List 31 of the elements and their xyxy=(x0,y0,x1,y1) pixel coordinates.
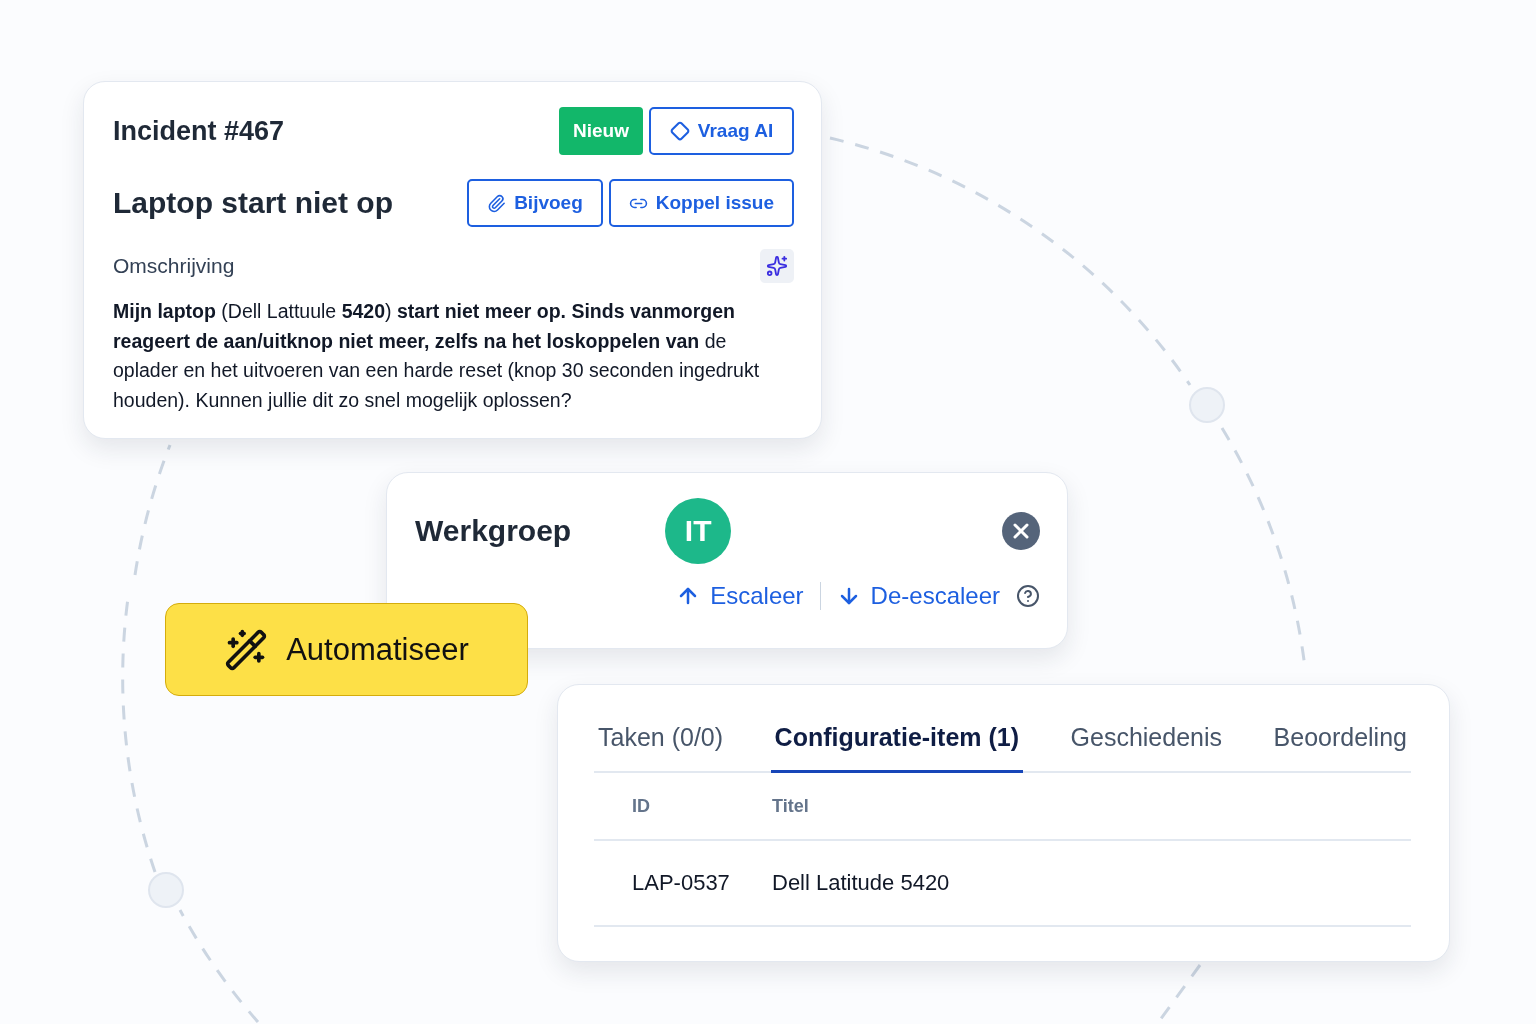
tab[interactable]: Beoordeling xyxy=(1269,717,1411,773)
table-cell-text: Dell Latitude 5420 xyxy=(772,870,951,896)
sparkle-icon xyxy=(766,255,788,277)
tab[interactable]: Taken (0/0) xyxy=(594,717,728,773)
deescalate-link[interactable]: De-escaleer xyxy=(836,582,1000,610)
description-text: Mijn laptop (Dell Lattuule 5420) start niet meer op. Sinds vanmorgen reageert de aan/uitknop niet meer, zelfs na het loskoppelen van de oplader en het uitvoeren van een harde reset (knop 30 seconden ingedrukt houden). Kunnen jullie dit zo snel mogelijk oplossen? xyxy=(113,299,761,413)
link-issue-button[interactable]: Koppel issue xyxy=(608,179,794,227)
timeline-node xyxy=(1189,387,1225,423)
ask-ai-button[interactable]: Vraag AI xyxy=(649,107,794,155)
status-badge: Nieuw xyxy=(559,107,643,155)
table-cell-text: LAP-0537 xyxy=(632,870,731,896)
tab[interactable]: Geschiedenis xyxy=(1066,717,1227,773)
column-header: ID xyxy=(632,795,651,817)
incident-subject: Laptop start niet op xyxy=(113,186,393,220)
magic-wand-icon xyxy=(224,627,269,672)
description-label: Omschrijving xyxy=(113,254,235,278)
diamond-icon xyxy=(669,121,690,141)
paperclip-icon xyxy=(487,193,507,213)
automate-button[interactable]: Automatiseer xyxy=(165,603,528,696)
attach-button[interactable]: Bijvoeg xyxy=(467,179,603,227)
tab[interactable]: Configuratie-item (1) xyxy=(770,717,1024,773)
team-avatar: IT xyxy=(665,498,732,564)
column-header: Titel xyxy=(772,795,810,817)
workgroup-label: Werkgroep xyxy=(415,514,572,548)
timeline-node xyxy=(148,872,184,908)
escalate-link[interactable]: Escaleer xyxy=(676,582,804,610)
ai-sparkle-button[interactable] xyxy=(760,249,794,283)
help-icon[interactable] xyxy=(1016,584,1040,608)
incident-title: Incident #467 xyxy=(113,115,285,147)
close-button[interactable] xyxy=(1002,512,1040,550)
dashed-arc xyxy=(1158,964,1202,1021)
